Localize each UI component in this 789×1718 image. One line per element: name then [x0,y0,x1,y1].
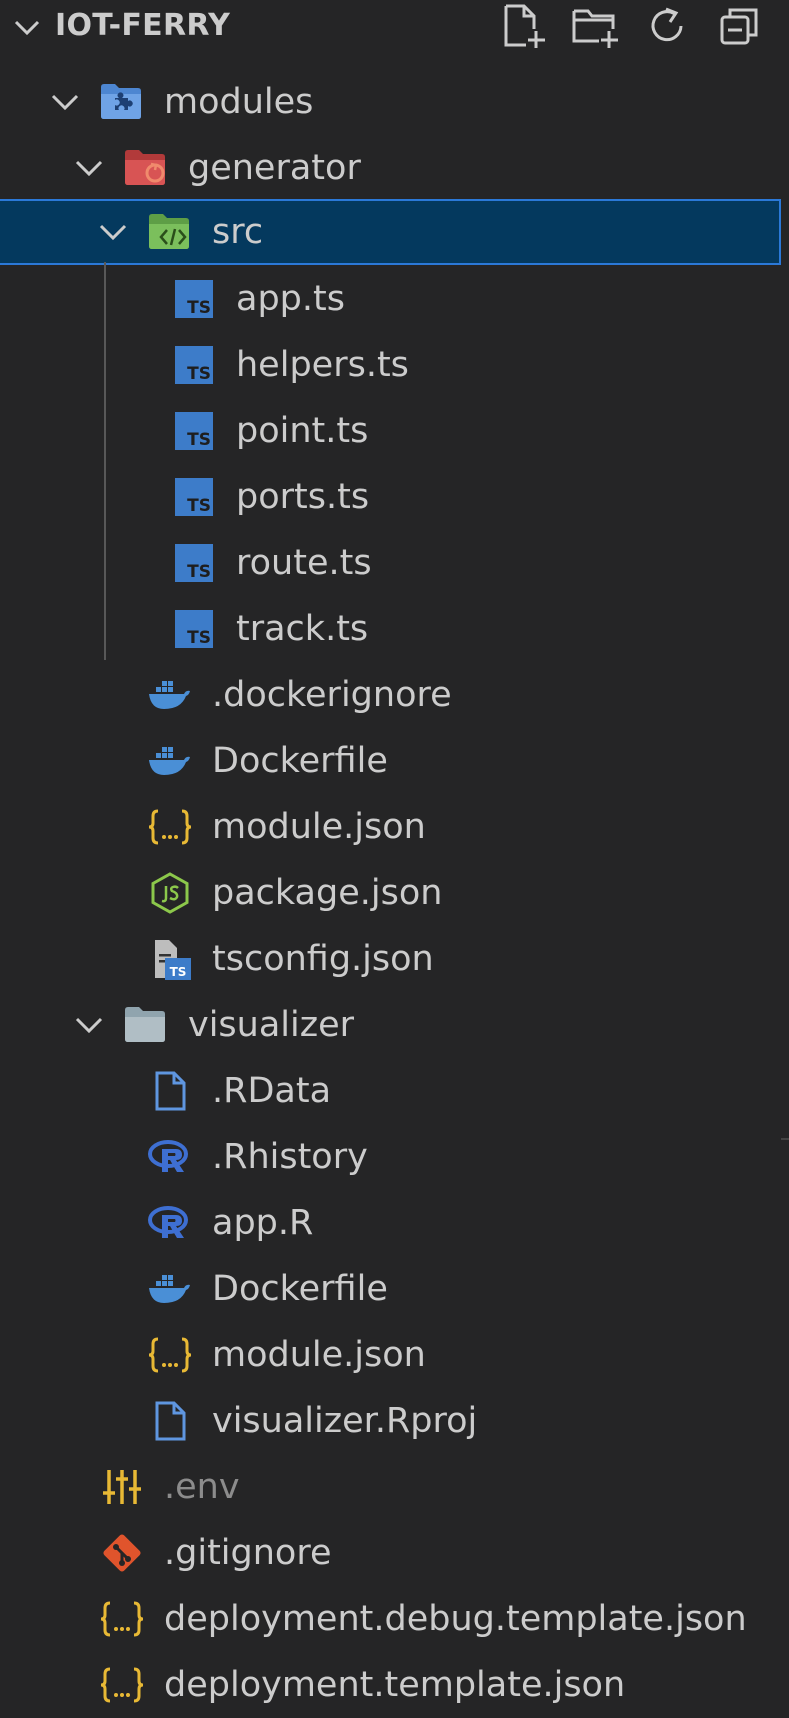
collapse-all-button[interactable] [714,2,766,50]
tree-item-label: Dockerfile [212,741,388,781]
tree-item-package-json[interactable]: package.json [0,860,789,926]
typescript-icon: TS [172,543,216,583]
new-file-button[interactable] [498,2,550,50]
typescript-icon: TS [172,609,216,649]
tree-item-label: helpers.ts [236,345,409,385]
docker-icon [148,1269,192,1309]
tree-item-label: module.json [212,1335,426,1375]
tree-item-rhistory[interactable]: .Rhistory [0,1124,789,1190]
tree-item-label: .RData [212,1071,332,1111]
tree-item-dockerfile[interactable]: Dockerfile [0,1256,789,1322]
typescript-icon: TS [172,477,216,517]
nodejs-icon [148,872,192,914]
tree-item-label: .env [164,1467,240,1507]
typescript-icon: TS [172,345,216,385]
json-braces-icon [100,1599,144,1639]
chevron-down-icon[interactable] [72,151,106,185]
file-icon [148,1071,192,1111]
typescript-icon: TS [172,411,216,451]
tree-item-dockerfile[interactable]: Dockerfile [0,728,789,794]
git-icon [100,1533,144,1573]
tree-item-env[interactable]: .env [0,1454,789,1520]
tree-item-label: module.json [212,807,426,847]
tree-item-label: app.R [212,1203,314,1243]
chevron-down-icon[interactable] [72,1008,106,1042]
tree-item-label: generator [188,148,361,188]
tree-item-modules[interactable]: modules [0,69,789,135]
collapse-all-icon [720,8,758,45]
file-explorer: IOT-FERRY modules generator src TS app.t… [0,0,789,1718]
tree-item-generator[interactable]: generator [0,135,789,201]
tree-item-tsconfig-json[interactable]: TS tsconfig.json [0,926,789,992]
tree-item-deployment-debug-template-json[interactable]: deployment.debug.template.json [0,1586,789,1652]
src-folder-icon [148,212,192,252]
json-braces-icon [148,1335,192,1375]
tree-item-src[interactable]: src [0,199,781,265]
new-file-icon [504,4,545,48]
tree-item-label: visualizer.Rproj [212,1401,478,1441]
r-icon [148,1137,192,1177]
tree-item-label: ports.ts [236,477,370,517]
tree-item-deployment-template-json[interactable]: deployment.template.json [0,1652,789,1718]
tree-item-point-ts[interactable]: TS point.ts [0,398,789,464]
chevron-down-icon[interactable] [48,85,82,119]
tree-item-label: tsconfig.json [212,939,434,979]
generator-folder-icon [124,148,168,188]
explorer-header[interactable]: IOT-FERRY [0,0,789,55]
tree-item-label: app.ts [236,279,345,319]
tsconfig-icon: TS [150,939,194,980]
typescript-icon: TS [172,279,216,319]
tree-item-label: point.ts [236,411,369,451]
tree-item-gitignore[interactable]: .gitignore [0,1520,789,1586]
tree-item-helpers-ts[interactable]: TS helpers.ts [0,332,789,398]
tree-item-label: visualizer [188,1005,355,1045]
tree-item-ports-ts[interactable]: TS ports.ts [0,464,789,530]
tree-item-app-ts[interactable]: TS app.ts [0,266,789,332]
tree-item-label: .gitignore [164,1533,332,1573]
modules-folder-icon [100,82,144,122]
tree-item-label: route.ts [236,543,372,583]
docker-icon [148,675,192,715]
tree-item-dockerignore[interactable]: .dockerignore [0,662,789,728]
tree-item-label: src [212,212,264,252]
docker-icon [148,741,192,781]
explorer-title: IOT-FERRY [55,8,231,43]
file-icon [148,1401,192,1441]
r-icon [148,1203,192,1243]
tree-item-label: .Rhistory [212,1137,368,1177]
tree-item-module-json[interactable]: module.json [0,794,789,860]
new-folder-button[interactable] [570,2,622,50]
tree-item-label: modules [164,82,314,122]
tree-item-label: track.ts [236,609,369,649]
refresh-button[interactable] [642,2,694,50]
scrollbar-marker[interactable] [781,1138,789,1140]
tree-item-module-json[interactable]: module.json [0,1322,789,1388]
tree-item-rdata[interactable]: .RData [0,1058,789,1124]
tree-item-label: package.json [212,873,443,913]
folder-icon [124,1005,168,1045]
json-braces-icon [100,1665,144,1705]
tree-item-visualizer-rproj[interactable]: visualizer.Rproj [0,1388,789,1454]
tree-item-label: Dockerfile [212,1269,388,1309]
chevron-down-icon[interactable] [96,215,130,249]
new-folder-icon [572,9,618,48]
svg-text:TS: TS [170,965,187,979]
tree-item-app-r[interactable]: app.R [0,1190,789,1256]
tree-item-track-ts[interactable]: TS track.ts [0,596,789,662]
env-settings-icon [100,1467,144,1507]
json-braces-icon [148,807,192,847]
tree-item-visualizer[interactable]: visualizer [0,992,789,1058]
tree-item-route-ts[interactable]: TS route.ts [0,530,789,596]
tree-item-label: .dockerignore [212,675,452,715]
tree-item-label: deployment.debug.template.json [164,1599,747,1639]
chevron-down-icon[interactable] [12,12,42,42]
refresh-icon [651,7,683,42]
tree-item-label: deployment.template.json [164,1665,626,1705]
